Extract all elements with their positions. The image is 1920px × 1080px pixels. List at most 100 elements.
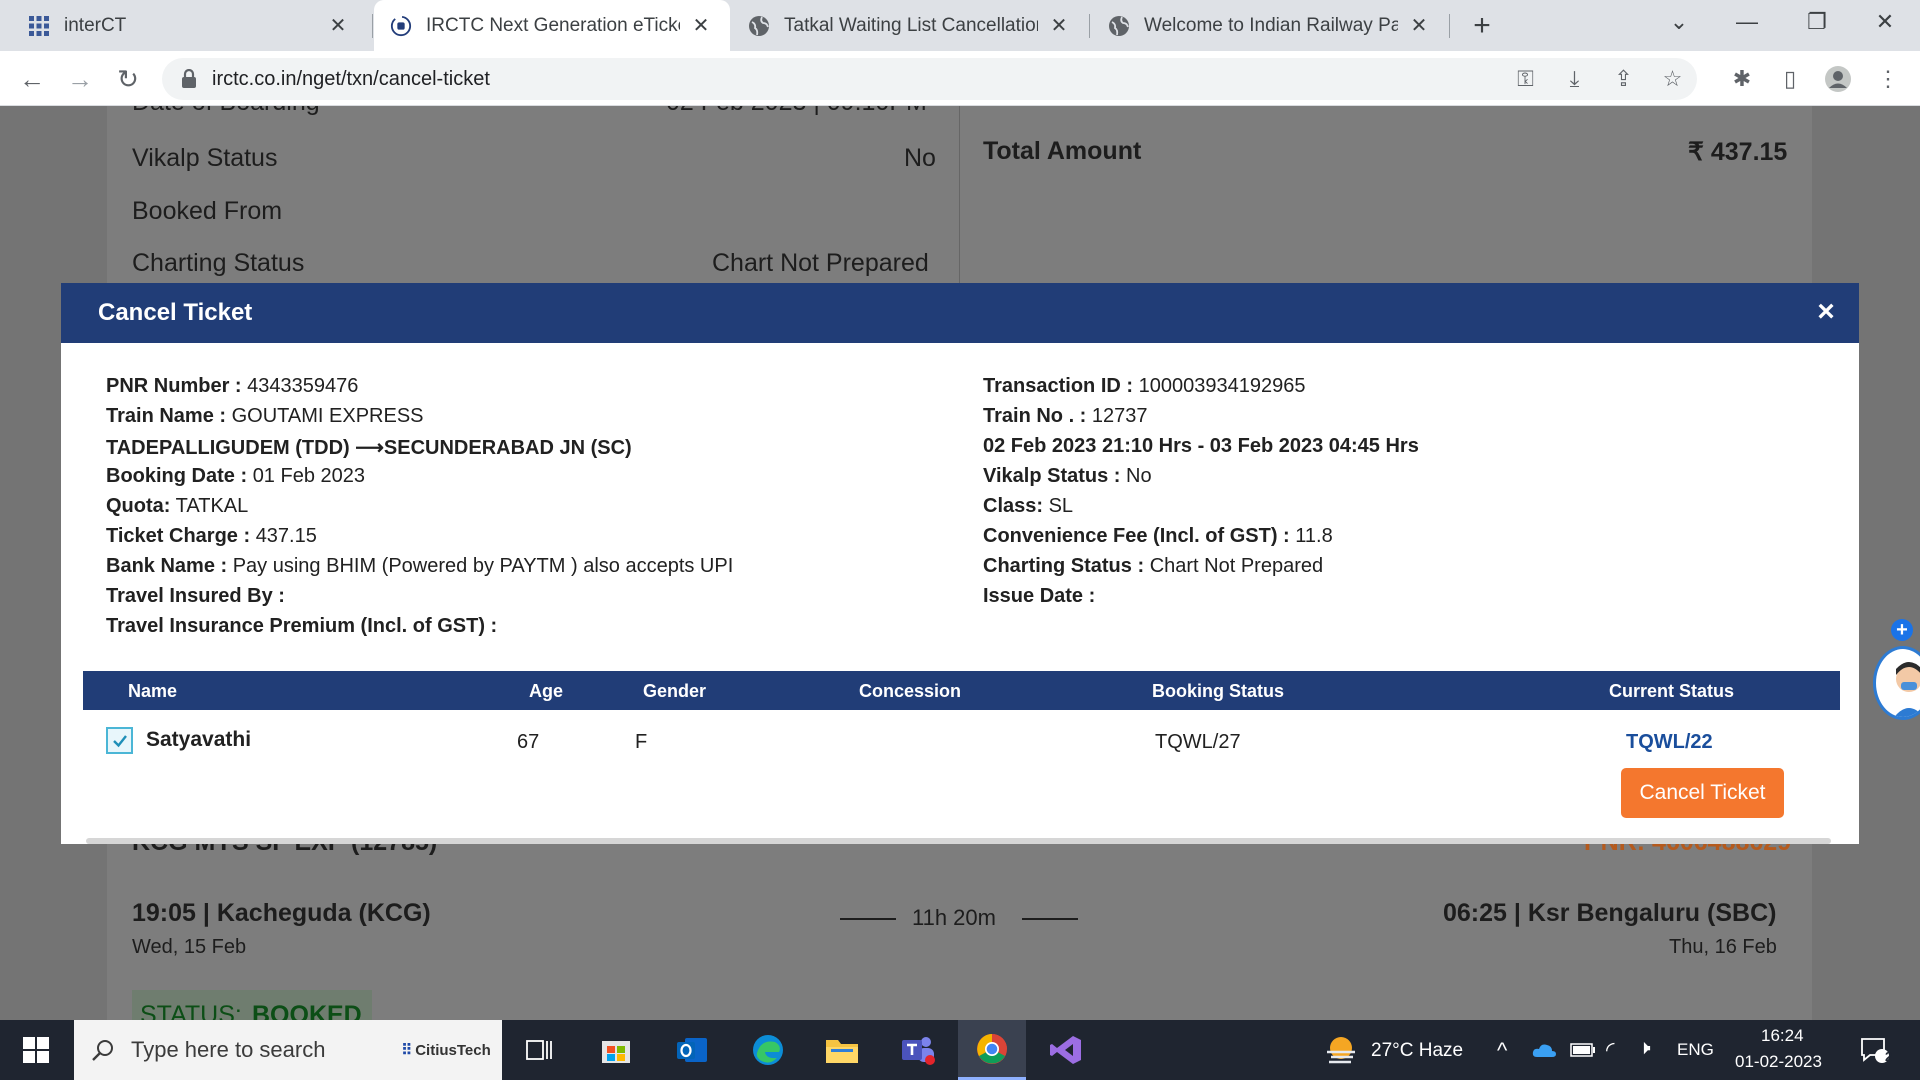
side-panel-icon[interactable]: ▯ <box>1770 59 1810 99</box>
clock-date[interactable]: 01-02-2023 <box>1735 1052 1822 1072</box>
col-age: Age <box>529 681 564 701</box>
passenger-checkbox[interactable] <box>106 727 133 754</box>
duration-line-left <box>840 918 896 920</box>
microsoft-store-icon[interactable] <box>586 1020 646 1080</box>
weather-icon[interactable] <box>1318 1020 1364 1080</box>
col-name: Name <box>128 681 178 701</box>
tab-welcome[interactable]: Welcome to Indian Railway Passe ✕ <box>1092 0 1448 51</box>
route-label: TADEPALLIGUDEM (TDD) ⟶SECUNDERABAD JN (S… <box>106 437 632 459</box>
language-indicator[interactable]: ENG <box>1677 1040 1714 1060</box>
travel-insured-by: Travel Insured By : <box>106 585 285 608</box>
ticket-charge: Ticket Charge : 437.15 <box>106 525 317 548</box>
close-tab-icon[interactable]: ✕ <box>325 13 351 39</box>
new-tab-button[interactable]: + <box>1466 9 1498 42</box>
bank-name-value: Pay using BHIM (Powered by PAYTM ) also … <box>232 555 734 577</box>
col-current-status: Current Status <box>1609 681 1735 701</box>
teams-icon[interactable] <box>888 1020 948 1080</box>
booking-status-value: TQWL/27 <box>1155 731 1241 753</box>
col-booking-status: Booking Status <box>1152 681 1285 701</box>
outlook-icon[interactable] <box>662 1020 722 1080</box>
booking-date-value: 01 Feb 2023 <box>252 465 366 487</box>
close-tab-icon[interactable]: ✕ <box>688 13 714 39</box>
edge-icon[interactable] <box>738 1020 798 1080</box>
install-icon[interactable]: ⤓ <box>1550 66 1599 92</box>
pnr-label: PNR Number : <box>106 375 242 397</box>
speaker-muted-icon[interactable]: 🕨 <box>1638 1037 1651 1060</box>
citiustech-badge[interactable]: ⠿ CitiusTech <box>390 1020 502 1080</box>
clock-time[interactable]: 16:24 <box>1761 1026 1804 1046</box>
close-window-button[interactable]: ✕ <box>1850 0 1920 44</box>
onedrive-icon[interactable] <box>1527 1020 1561 1080</box>
train-name: Train Name : GOUTAMI EXPRESS <box>106 405 424 428</box>
dialog-title: Cancel Ticket <box>98 299 253 326</box>
issue-date: Issue Date : <box>983 585 1095 608</box>
passenger-age: 67 <box>517 731 540 753</box>
total-amount-label: Total Amount <box>983 137 1142 165</box>
tab-label: Welcome to Indian Railway Passe <box>1144 14 1398 36</box>
close-tab-icon[interactable]: ✕ <box>1406 13 1432 39</box>
task-view-icon[interactable] <box>510 1020 570 1080</box>
key-icon[interactable]: ⚿ <box>1501 66 1550 92</box>
train-name-value: GOUTAMI EXPRESS <box>231 405 424 427</box>
col-gender: Gender <box>643 681 707 701</box>
windows-start-icon[interactable] <box>0 1020 72 1080</box>
grid-icon <box>28 15 50 37</box>
transaction-id-value: 100003934192965 <box>1138 375 1306 397</box>
citiustech-label: CitiusTech <box>415 1041 491 1059</box>
extensions-icon[interactable]: ✱ <box>1722 59 1762 99</box>
minimize-button[interactable]: — <box>1712 0 1782 44</box>
chevron-up-icon[interactable]: ^ <box>1497 1038 1507 1064</box>
battery-icon[interactable] <box>1566 1020 1600 1080</box>
journey-route: TADEPALLIGUDEM (TDD) ⟶SECUNDERABAD JN (S… <box>106 435 632 460</box>
cancel-ticket-button[interactable]: Cancel Ticket <box>1621 768 1784 818</box>
dialog-header: Cancel Ticket × <box>61 283 1859 343</box>
vikalp-status-label: Vikalp Status : <box>983 465 1121 487</box>
train-no-label: Train No . : <box>983 405 1087 427</box>
tab-interct[interactable]: interCT ✕ <box>12 0 367 51</box>
plus-icon[interactable]: + <box>1891 619 1913 641</box>
file-explorer-icon[interactable] <box>812 1020 872 1080</box>
issue-date-label: Issue Date : <box>983 585 1096 607</box>
url-text: irctc.co.in/nget/txn/cancel-ticket <box>212 67 490 90</box>
tab-tatkal[interactable]: Tatkal Waiting List Cancellation C ✕ <box>732 0 1088 51</box>
fare-card <box>959 106 1812 306</box>
star-icon[interactable]: ☆ <box>1648 66 1697 92</box>
browser-toolbar: ← → ↻ irctc.co.in/nget/txn/cancel-ticket… <box>0 51 1920 106</box>
address-bar[interactable]: irctc.co.in/nget/txn/cancel-ticket ⚿ ⤓ ⇪… <box>162 58 1697 100</box>
vikalp-label: Vikalp Status <box>132 144 278 172</box>
visual-studio-icon[interactable] <box>1036 1020 1096 1080</box>
duration-line-right <box>1022 918 1078 920</box>
bank-name: Bank Name : Pay using BHIM (Powered by P… <box>106 555 733 578</box>
tab-divider <box>1089 14 1090 38</box>
boarding-date-label: Date of Boarding <box>132 106 320 117</box>
notifications-icon[interactable]: 2 <box>1850 1020 1900 1080</box>
vikalp-status: Vikalp Status : No <box>983 465 1152 488</box>
menu-icon[interactable]: ⋮ <box>1868 59 1908 99</box>
tab-label: Tatkal Waiting List Cancellation C <box>784 14 1038 36</box>
search-placeholder: Type here to search <box>131 1037 326 1062</box>
forward-icon[interactable]: → <box>60 59 100 99</box>
irctc-logo-icon <box>390 15 412 37</box>
reload-icon[interactable]: ↻ <box>108 59 148 99</box>
dialog-scrollbar[interactable] <box>86 838 1831 844</box>
chrome-icon[interactable] <box>958 1020 1026 1080</box>
tab-irctc[interactable]: IRCTC Next Generation eTicketing ✕ <box>374 0 730 51</box>
status-value: BOOKED <box>252 1001 362 1020</box>
close-icon[interactable]: × <box>1811 295 1841 328</box>
share-icon[interactable]: ⇪ <box>1599 66 1648 92</box>
close-tab-icon[interactable]: ✕ <box>1046 13 1072 39</box>
wifi-icon[interactable]: ◜ <box>1606 1037 1615 1063</box>
tab-search-icon[interactable]: ⌄ <box>1644 0 1714 44</box>
tab-divider <box>1449 14 1450 38</box>
class-value: SL <box>1048 495 1074 517</box>
back-icon[interactable]: ← <box>12 59 52 99</box>
convenience-fee: Convenience Fee (Incl. of GST) : 11.8 <box>983 525 1333 548</box>
convenience-fee-label: Convenience Fee (Incl. of GST) : <box>983 525 1290 547</box>
restore-button[interactable]: ❐ <box>1782 0 1852 44</box>
to-station: 06:25 | Ksr Bengaluru (SBC) <box>1443 899 1777 927</box>
total-amount-value: ₹ 437.15 <box>1688 138 1788 166</box>
quota-value: TATKAL <box>175 495 249 517</box>
tab-label: interCT <box>64 14 127 36</box>
profile-icon[interactable] <box>1818 59 1858 99</box>
weather-text[interactable]: 27°C Haze <box>1371 1040 1463 1062</box>
